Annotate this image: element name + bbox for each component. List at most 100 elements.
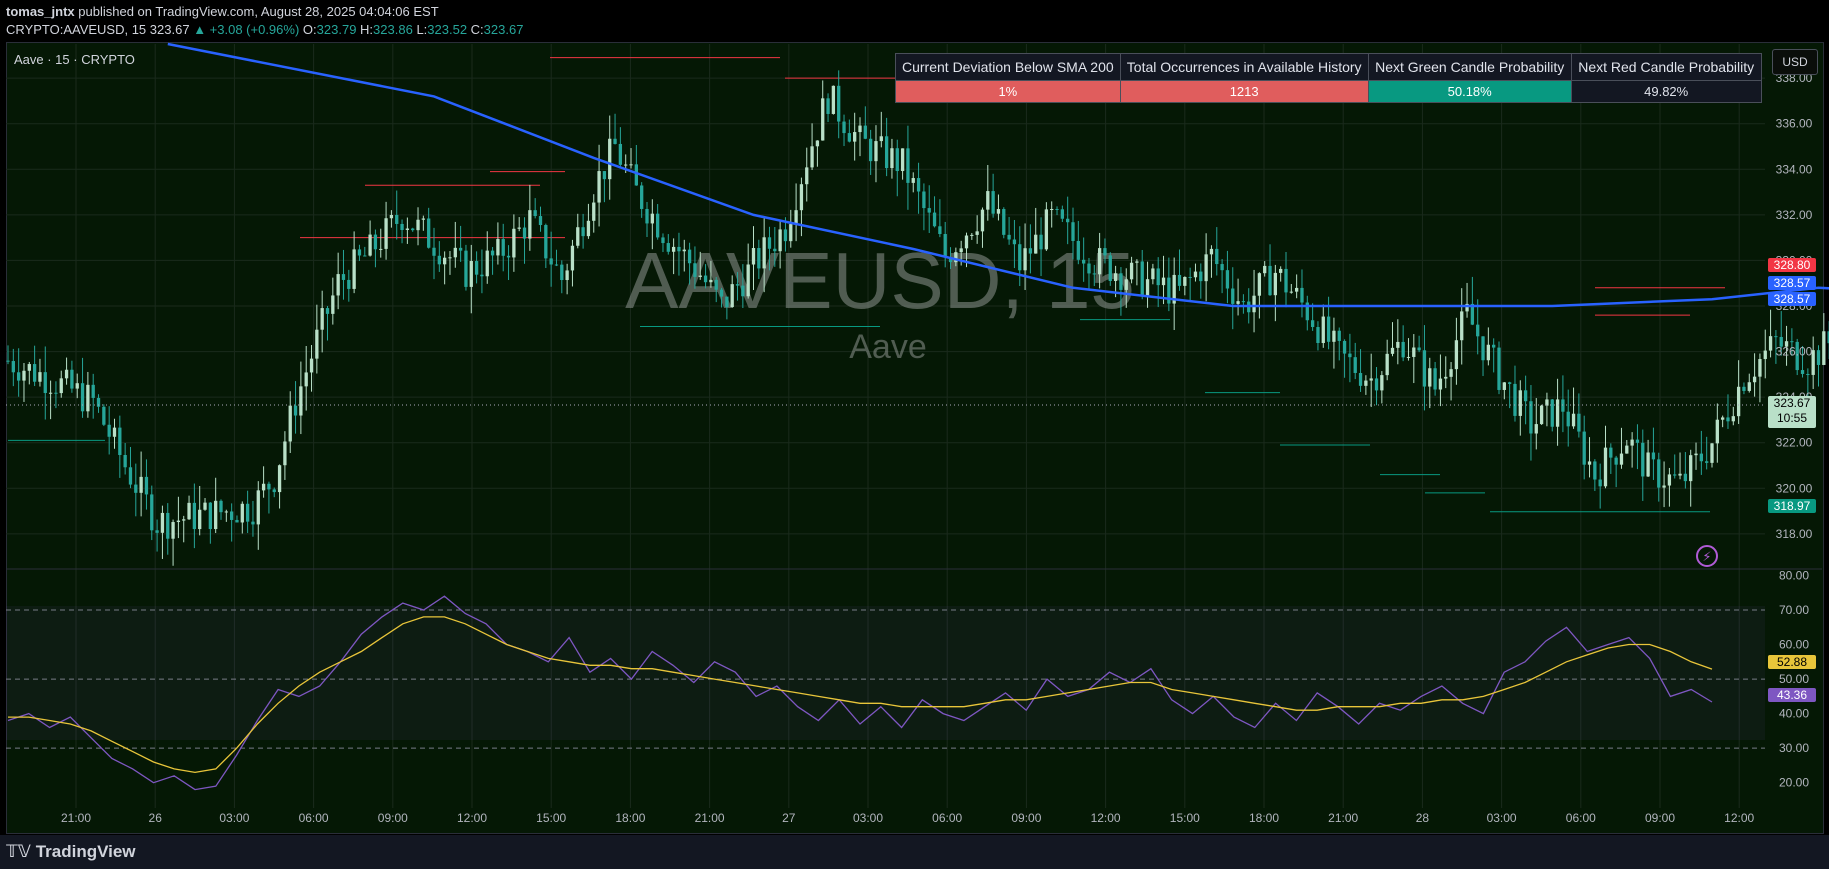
stats-header-green-prob: Next Green Candle Probability <box>1367 53 1572 81</box>
candle-body <box>11 361 15 373</box>
candle-body <box>1135 261 1139 263</box>
candle-body <box>395 214 399 224</box>
stats-value-deviation: 1% <box>895 80 1121 103</box>
candle-body <box>868 138 873 162</box>
candle-body <box>1103 248 1107 256</box>
candle-body <box>1220 264 1224 271</box>
candle-body <box>1689 455 1693 482</box>
candle-body <box>384 218 388 249</box>
price-tag-support: 318.97 <box>1768 499 1816 513</box>
candle-body <box>1507 382 1512 384</box>
candle-body <box>1385 353 1389 376</box>
candle-body <box>102 406 106 425</box>
candle-body <box>261 483 266 491</box>
candle-body <box>1582 431 1586 465</box>
candle-body <box>863 125 867 139</box>
candle-body <box>1534 424 1538 434</box>
candle-body <box>1550 399 1554 427</box>
candle-body <box>741 285 745 297</box>
candle-body <box>1097 248 1102 275</box>
candle-body <box>1417 347 1421 351</box>
x-tick-label: 06:00 <box>932 811 962 825</box>
stats-table: Current Deviation Below SMA 200 Total Oc… <box>895 53 1762 103</box>
candle-body <box>389 214 394 219</box>
candle-body <box>421 218 426 220</box>
price-tag-resistance: 328.80 <box>1768 258 1816 272</box>
candle-body <box>1012 239 1017 245</box>
candle-body <box>757 248 761 269</box>
candle-body <box>1124 279 1128 290</box>
candle-body <box>853 132 857 142</box>
candle-body <box>640 185 644 209</box>
x-tick-label: 12:00 <box>1091 811 1121 825</box>
candle-body <box>1614 457 1618 465</box>
candle-body <box>1348 353 1352 358</box>
candle-body <box>1657 459 1661 488</box>
price-tag-rsi: 43.36 <box>1768 688 1816 702</box>
brand-name: TradingView <box>35 842 136 861</box>
candle-body <box>629 164 633 166</box>
currency-button[interactable]: USD <box>1772 49 1818 75</box>
candle-body <box>1683 473 1688 482</box>
candle-body <box>608 138 612 180</box>
candle-body <box>1193 271 1198 278</box>
tradingview-logo[interactable]: 𝕋𝕍 TradingView <box>6 842 136 862</box>
candle-body <box>1183 276 1187 286</box>
candle-body <box>118 427 122 456</box>
candle-body <box>1481 336 1485 361</box>
candle-body <box>245 503 250 522</box>
chart-canvas[interactable]: AAVEUSD, 15 Aave 318.00320.00322.00324.0… <box>0 0 1829 835</box>
candle-body <box>1731 416 1735 422</box>
candle-body <box>1257 273 1262 296</box>
candle-body <box>1726 417 1730 422</box>
candle-body <box>1428 368 1432 387</box>
candle-body <box>1518 390 1522 416</box>
chart-symbol-tag[interactable]: Aave · 15 · CRYPTO <box>14 52 135 67</box>
candle-body <box>1396 341 1400 348</box>
candle-body <box>714 279 718 290</box>
candle-body <box>198 509 202 530</box>
candle-body <box>1673 474 1677 476</box>
candle-body <box>144 476 149 495</box>
candle-body <box>533 210 537 217</box>
candle-body <box>1694 453 1698 456</box>
candle-body <box>581 227 585 237</box>
candle-body <box>517 227 521 229</box>
candle-body <box>1736 386 1741 417</box>
candle-body <box>1609 447 1613 458</box>
candle-body <box>911 178 915 183</box>
candle-body <box>1651 452 1656 460</box>
candle-body <box>1241 301 1246 303</box>
candle-body <box>943 234 947 258</box>
x-tick-label: 28 <box>1416 811 1430 825</box>
candle-body <box>916 178 921 192</box>
x-tick-label: 09:00 <box>1645 811 1675 825</box>
candle-body <box>751 248 756 265</box>
candle-body <box>235 519 239 523</box>
candle-body <box>725 296 729 308</box>
candle-body <box>134 484 138 493</box>
candle-body <box>602 171 607 180</box>
candle-body <box>900 148 905 172</box>
rsi-y-tick-label: 20.00 <box>1779 776 1809 790</box>
candle-body <box>687 249 692 264</box>
candle-body <box>570 245 575 271</box>
candle-body <box>938 226 942 235</box>
candle-body <box>416 219 420 231</box>
candle-body <box>549 258 553 265</box>
candle-body <box>597 171 601 203</box>
candle-body <box>1390 347 1395 354</box>
rsi-band-fill <box>6 606 1765 740</box>
candle-body <box>1263 265 1267 274</box>
candle-body <box>1034 234 1038 254</box>
candle-body <box>927 208 931 213</box>
candle-body <box>1555 399 1560 427</box>
candle-body <box>773 248 777 252</box>
candle-body <box>32 364 37 382</box>
candle-body <box>1561 399 1565 412</box>
candle-body <box>645 208 649 224</box>
candle-body <box>458 247 463 251</box>
candle-body <box>1476 324 1480 337</box>
x-tick-label: 06:00 <box>1566 811 1596 825</box>
x-axis-labels: 21:00 26 03:00 06:00 09:00 12:00 15:00 18:00 21:… <box>61 811 1755 825</box>
